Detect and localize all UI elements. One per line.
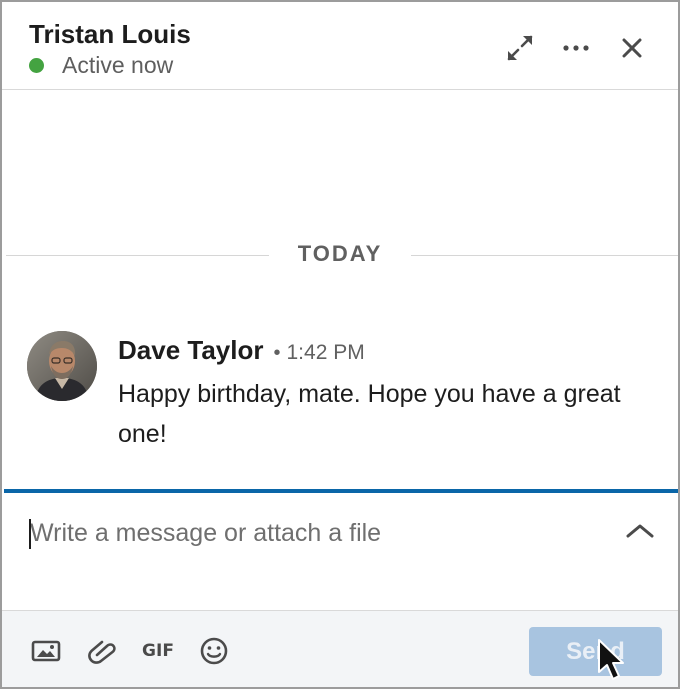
message-input[interactable] bbox=[30, 515, 590, 551]
divider-line bbox=[411, 255, 678, 256]
message-body: Happy birthday, mate. Hope you have a gr… bbox=[118, 380, 621, 448]
close-button[interactable] bbox=[614, 30, 650, 66]
attach-image-button[interactable] bbox=[29, 635, 63, 667]
expand-window-button[interactable] bbox=[502, 30, 538, 66]
day-divider: TODAY bbox=[2, 241, 678, 271]
message-header: Dave Taylor • 1:42 PM bbox=[118, 335, 365, 366]
message-list[interactable]: TODAY Dave Taylor • 1:42 PM Happy birthd… bbox=[2, 91, 678, 489]
more-options-button[interactable] bbox=[558, 30, 594, 66]
separator: • bbox=[273, 342, 281, 364]
header-actions bbox=[502, 30, 650, 66]
contact-name[interactable]: Tristan Louis bbox=[29, 19, 191, 50]
avatar[interactable] bbox=[27, 331, 97, 401]
paperclip-icon bbox=[88, 640, 116, 664]
status-dot bbox=[29, 58, 44, 73]
text-caret bbox=[29, 519, 31, 549]
composer bbox=[2, 493, 678, 610]
send-button[interactable]: Send bbox=[529, 627, 662, 676]
chevron-up-icon bbox=[626, 524, 654, 538]
composer-toolbar: GIF Send bbox=[2, 610, 678, 687]
message-timestamp: 1:42 PM bbox=[286, 341, 365, 364]
divider-line bbox=[6, 255, 269, 256]
conversation-header: Tristan Louis Active now bbox=[2, 2, 678, 90]
emoji-icon bbox=[200, 637, 228, 665]
attach-file-button[interactable] bbox=[84, 635, 118, 667]
messaging-window: Tristan Louis Active now TODAY Dave Tayl… bbox=[0, 0, 680, 689]
expand-composer-button[interactable] bbox=[622, 517, 658, 545]
gif-icon: GIF bbox=[142, 641, 174, 661]
sender-name[interactable]: Dave Taylor bbox=[118, 335, 263, 366]
expand-arrows-icon bbox=[507, 35, 533, 61]
image-icon bbox=[31, 640, 61, 662]
gif-button[interactable]: GIF bbox=[141, 635, 175, 667]
profile-photo bbox=[27, 331, 97, 401]
emoji-button[interactable] bbox=[197, 635, 231, 667]
presence-status: Active now bbox=[62, 52, 174, 78]
more-options-icon bbox=[563, 45, 589, 51]
day-label: TODAY bbox=[297, 241, 383, 266]
close-icon bbox=[622, 38, 642, 58]
presence-indicator: Active now bbox=[29, 52, 173, 79]
